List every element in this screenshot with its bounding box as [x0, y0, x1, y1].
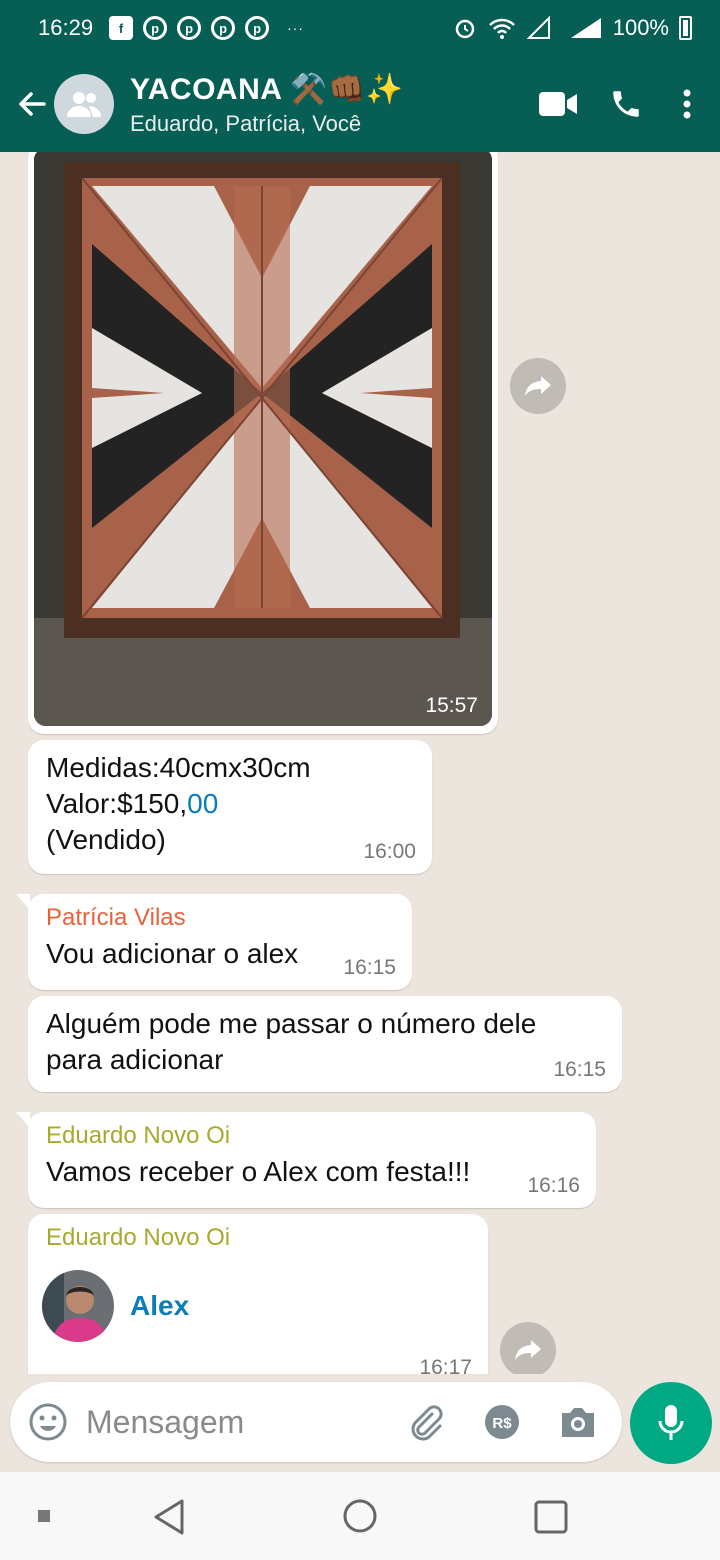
forward-button[interactable] — [510, 358, 566, 414]
payment-icon: R$ — [485, 1405, 519, 1439]
camera-icon — [562, 1408, 594, 1437]
message-text-line2: para adicionar — [46, 1044, 224, 1075]
video-camera-icon — [539, 92, 577, 116]
message-time: 16:00 — [363, 840, 416, 863]
message-time: 16:16 — [527, 1174, 580, 1197]
sender-name[interactable]: Eduardo Novo Oi — [46, 1224, 470, 1252]
microphone-icon — [658, 1405, 684, 1440]
message-text-line1: Alguém pode me passar o número dele — [46, 1008, 537, 1039]
message-text: Vou adicionar o alex — [46, 938, 299, 969]
battery-percent: 100% — [612, 15, 669, 40]
more-options-button[interactable] — [672, 82, 702, 126]
pinterest-icon: p — [177, 16, 202, 40]
sender-name[interactable]: Eduardo Novo Oi — [46, 1122, 578, 1150]
group-avatar[interactable] — [54, 74, 114, 134]
eduardo-message[interactable]: Eduardo Novo Oi Vamos receber o Alex com… — [16, 1112, 596, 1208]
more-notifications-indicator: ··· — [287, 20, 305, 36]
sender-name[interactable]: Patrícia Vilas — [46, 904, 394, 932]
contact-card[interactable]: Alex — [42, 1270, 470, 1342]
alarm-icon — [455, 19, 474, 39]
price-cents-link[interactable]: 00 — [187, 788, 218, 819]
facebook-icon: f — [109, 16, 134, 40]
price-prefix: Valor:$150, — [46, 788, 188, 819]
emoji-icon[interactable] — [28, 1402, 68, 1442]
chat-area[interactable]: 15:57 Medidas:40cmx30cm Valor:$150,00 (V… — [0, 152, 720, 1374]
chat-title: YACOANA ⚒️👊🏾✨ — [130, 72, 404, 106]
measurements-text: Medidas:40cmx30cm — [46, 752, 311, 783]
contact-card-message[interactable]: Eduardo Novo Oi Alex 16:17 — [28, 1214, 488, 1374]
bubble-tail — [16, 894, 30, 910]
chat-participants: Eduardo, Patrícia, Você — [130, 110, 362, 136]
forward-icon — [515, 1340, 541, 1360]
group-icon — [67, 92, 101, 117]
paperclip-icon — [411, 1405, 443, 1441]
camera-button[interactable] — [556, 1400, 600, 1444]
attach-button[interactable] — [404, 1400, 448, 1444]
back-nav-icon[interactable] — [152, 1498, 186, 1536]
battery-icon — [679, 16, 692, 40]
voice-call-button[interactable] — [604, 82, 648, 126]
sold-text: (Vendido) — [46, 824, 166, 855]
wooden-art-image — [34, 152, 492, 726]
more-vertical-icon — [683, 89, 691, 119]
payment-button[interactable]: R$ — [480, 1400, 524, 1444]
message-time: 15:57 — [425, 694, 478, 717]
message-input[interactable]: Mensagem — [86, 1404, 404, 1441]
patricia-message-2[interactable]: Alguém pode me passar o número dele para… — [28, 996, 622, 1092]
forward-button[interactable] — [500, 1322, 556, 1374]
status-time: 16:29 — [38, 15, 94, 40]
info-message[interactable]: Medidas:40cmx30cm Valor:$150,00 (Vendido… — [28, 740, 432, 874]
message-text: Vamos receber o Alex com festa!!! — [46, 1156, 471, 1187]
signal-icon — [526, 16, 550, 39]
pinterest-icon: p — [245, 16, 270, 40]
signal-icon — [570, 18, 601, 38]
price-text: Valor:$150,00 — [46, 786, 414, 822]
system-nav-bar — [0, 1472, 720, 1560]
forward-icon — [525, 376, 551, 396]
message-input-bar: Mensagem R$ — [10, 1382, 622, 1462]
chat-header: YACOANA ⚒️👊🏾✨ Eduardo, Patrícia, Você — [0, 56, 720, 152]
arrow-left-icon — [19, 92, 46, 116]
svg-text:R$: R$ — [492, 1415, 512, 1432]
back-button[interactable] — [4, 74, 60, 134]
wifi-icon — [488, 18, 515, 39]
message-image[interactable]: 15:57 — [34, 152, 492, 726]
message-time: 16:15 — [343, 956, 396, 979]
top-bar: 16:29 f p p p p ··· 100% YACOANA ⚒️👊🏾✨ E… — [0, 0, 720, 152]
square-dot-icon — [38, 1510, 50, 1522]
message-time: 16:17 — [419, 1356, 472, 1374]
pinterest-icon: p — [211, 16, 236, 40]
home-nav-icon[interactable] — [342, 1498, 378, 1534]
phone-icon — [613, 91, 639, 117]
bubble-tail — [16, 1112, 30, 1128]
image-message[interactable]: 15:57 — [28, 152, 498, 734]
message-time: 16:15 — [553, 1058, 606, 1081]
pinterest-icon: p — [143, 16, 168, 40]
patricia-message[interactable]: Patrícia Vilas Vou adicionar o alex 16:1… — [16, 894, 412, 990]
contact-name[interactable]: Alex — [130, 1290, 189, 1322]
voice-message-button[interactable] — [630, 1382, 712, 1464]
status-bar: 16:29 f p p p p ··· 100% — [0, 0, 720, 56]
contact-photo — [42, 1270, 114, 1342]
recents-nav-icon[interactable] — [534, 1500, 568, 1534]
chat-info[interactable]: YACOANA ⚒️👊🏾✨ Eduardo, Patrícia, Você — [130, 72, 536, 137]
video-call-button[interactable] — [536, 82, 580, 126]
contact-avatar[interactable] — [42, 1270, 114, 1342]
